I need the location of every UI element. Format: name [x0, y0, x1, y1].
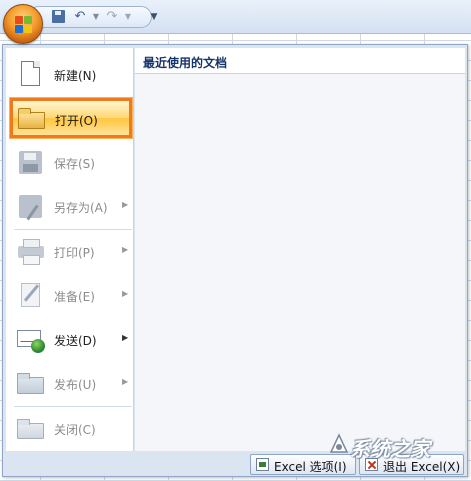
excel-window: { "quick_access": { "icons": ["save-icon… [0, 0, 471, 481]
print-icon [16, 237, 46, 267]
save-icon [16, 148, 46, 178]
menu-item-label: 打印(P) [54, 246, 95, 260]
close-folder-icon [16, 414, 46, 444]
recent-documents-panel: 最近使用的文档 [135, 48, 465, 451]
menu-item-label: 新建(N) [54, 69, 97, 83]
redo-icon[interactable]: ↷ [104, 10, 120, 24]
submenu-arrow-icon: ▶ [122, 377, 129, 386]
options-icon [256, 458, 269, 471]
menu-item-close[interactable]: 关闭(C) [10, 408, 132, 448]
menu-separator [14, 229, 132, 230]
menu-separator [14, 406, 132, 407]
menu-item-label: 另存为(A) [54, 201, 108, 215]
publish-icon [16, 369, 46, 399]
menu-item-send[interactable]: 发送(D) ▶ [10, 319, 132, 359]
menu-item-open[interactable]: 打开(O) [10, 98, 132, 138]
exit-excel-label: 退出 Excel(X) [383, 460, 461, 474]
menu-item-prepare[interactable]: 准备(E) ▶ [10, 275, 132, 315]
menu-item-new[interactable]: 新建(N) [10, 54, 132, 94]
excel-options-button[interactable]: Excel 选项(I) [250, 454, 356, 475]
submenu-arrow-icon: ▶ [122, 200, 129, 209]
menu-item-publish[interactable]: 发布(U) ▶ [10, 363, 132, 403]
exit-icon [365, 458, 378, 471]
submenu-arrow-icon: ▶ [122, 289, 129, 298]
office-button[interactable] [3, 4, 43, 44]
menu-item-save[interactable]: 保存(S) [10, 142, 132, 182]
menu-item-label: 保存(S) [54, 157, 95, 171]
redo-dropdown-icon[interactable]: ▼ [120, 10, 136, 24]
office-menu-commands: 新建(N) 打开(O) 保存(S) 另存为(A) ▶ 打印(P) ▶ 准备(E)… [6, 48, 134, 451]
office-menu: 新建(N) 打开(O) 保存(S) 另存为(A) ▶ 打印(P) ▶ 准备(E)… [2, 44, 468, 477]
menu-item-save-as[interactable]: 另存为(A) ▶ [10, 186, 132, 226]
menu-item-label: 打开(O) [55, 114, 98, 128]
recent-documents-header: 最近使用的文档 [135, 48, 465, 74]
excel-options-label: Excel 选项(I) [274, 460, 347, 474]
office-logo-icon [15, 16, 33, 34]
menu-item-label: 发送(D) [54, 334, 97, 348]
menu-item-label: 发布(U) [54, 378, 97, 392]
save-icon[interactable] [50, 10, 66, 24]
save-as-icon [16, 192, 46, 222]
new-document-icon [16, 60, 46, 90]
menu-item-print[interactable]: 打印(P) ▶ [10, 231, 132, 271]
customize-icon[interactable]: ▼ [146, 10, 162, 24]
prepare-icon [16, 281, 46, 311]
open-folder-icon [17, 105, 47, 135]
undo-dropdown-icon[interactable]: ▼ [88, 10, 104, 24]
exit-excel-button[interactable]: 退出 Excel(X) [359, 454, 464, 475]
send-icon [16, 325, 46, 355]
undo-icon[interactable]: ↶ [72, 10, 88, 24]
recent-documents-title: 最近使用的文档 [143, 56, 228, 70]
menu-item-label: 准备(E) [54, 290, 95, 304]
submenu-arrow-icon: ▶ [122, 333, 129, 342]
quick-access-toolbar: ↶ ▼ ↷ ▼ ▼ [0, 0, 471, 34]
menu-item-label: 关闭(C) [54, 423, 96, 437]
submenu-arrow-icon: ▶ [122, 245, 129, 254]
